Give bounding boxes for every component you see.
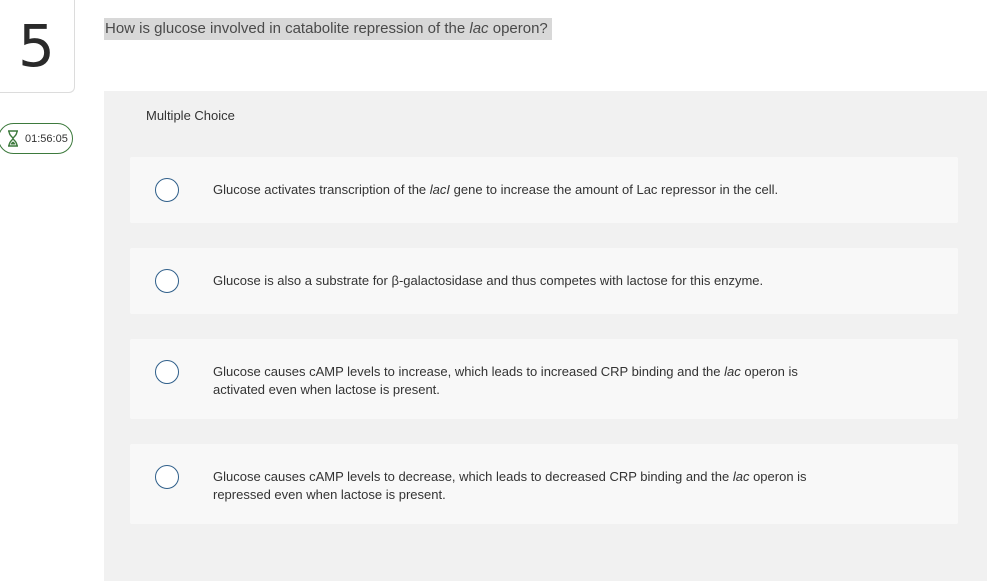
option-2[interactable]: Glucose is also a substrate for β-galact… (130, 248, 958, 314)
option-4[interactable]: Glucose causes cAMP levels to decrease, … (130, 444, 958, 524)
option-2-text: Glucose is also a substrate for β-galact… (213, 273, 764, 288)
answer-type-label: Multiple Choice (146, 108, 235, 123)
timer-badge[interactable]: 01:56:05 (0, 123, 73, 154)
option-1-radio[interactable] (155, 178, 179, 202)
option-4-text: Glucose causes cAMP levels to decrease, … (213, 469, 807, 502)
hourglass-icon (8, 130, 18, 147)
option-3[interactable]: Glucose causes cAMP levels to increase, … (130, 339, 958, 419)
timer-value: 01:56:05 (25, 132, 68, 145)
option-1[interactable]: Glucose activates transcription of the l… (130, 157, 958, 223)
option-2-radio[interactable] (155, 269, 179, 293)
question-text: How is glucose involved in catabolite re… (104, 18, 552, 40)
question-number: 5 (0, 0, 75, 93)
option-3-radio[interactable] (155, 360, 179, 384)
option-4-radio[interactable] (155, 465, 179, 489)
option-3-text: Glucose causes cAMP levels to increase, … (213, 364, 798, 397)
option-1-text: Glucose activates transcription of the l… (213, 182, 779, 197)
answer-panel: Multiple Choice Glucose activates transc… (104, 91, 987, 581)
